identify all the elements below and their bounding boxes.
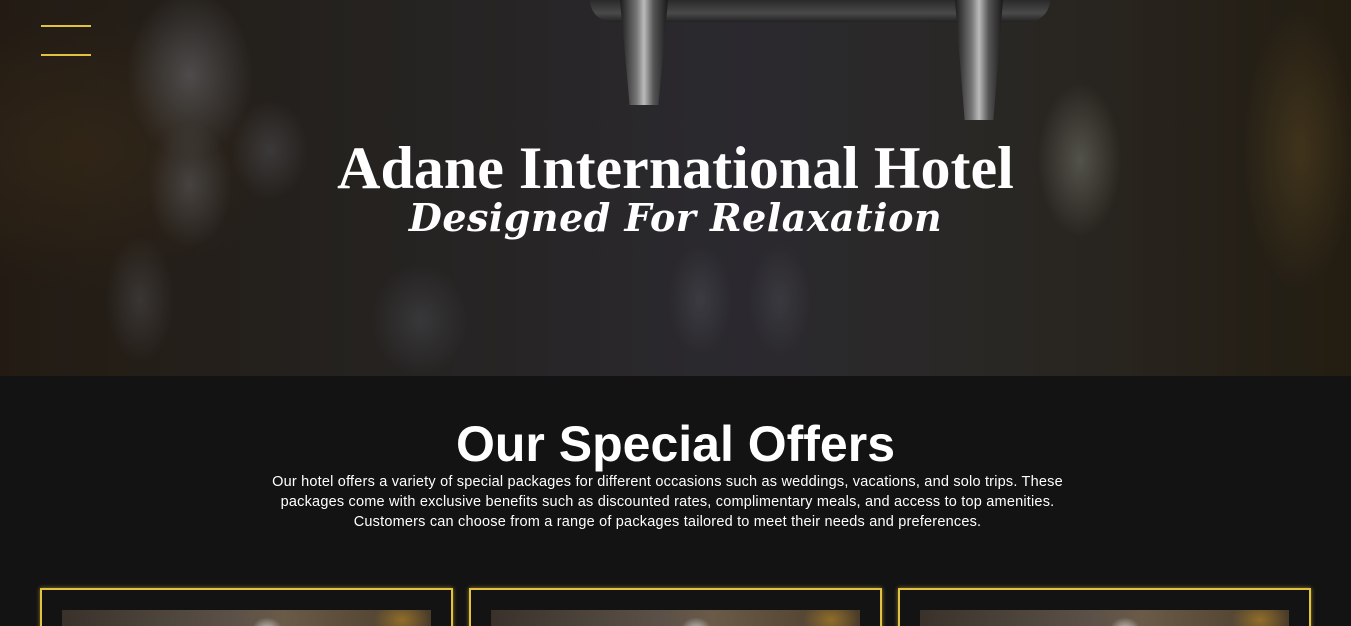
offer-card[interactable] [898,588,1311,626]
menu-line [41,25,91,27]
offer-card-image [920,610,1289,626]
beer-tap-image [620,0,668,105]
hamburger-menu-icon[interactable] [41,25,91,56]
hero-banner: Adane International Hotel Designed For R… [0,0,1351,376]
offer-card-image [491,610,860,626]
menu-line [41,54,91,56]
beer-tap-image [955,0,1003,120]
offer-card-image [62,610,431,626]
special-offers-section: Our Special Offers Our hotel offers a va… [0,376,1351,626]
hotel-tagline: Designed For Relaxation [408,195,943,240]
offer-card[interactable] [40,588,453,626]
section-title: Our Special Offers [455,416,896,472]
section-description: Our hotel offers a variety of special pa… [272,474,1063,530]
offer-card[interactable] [469,588,882,626]
